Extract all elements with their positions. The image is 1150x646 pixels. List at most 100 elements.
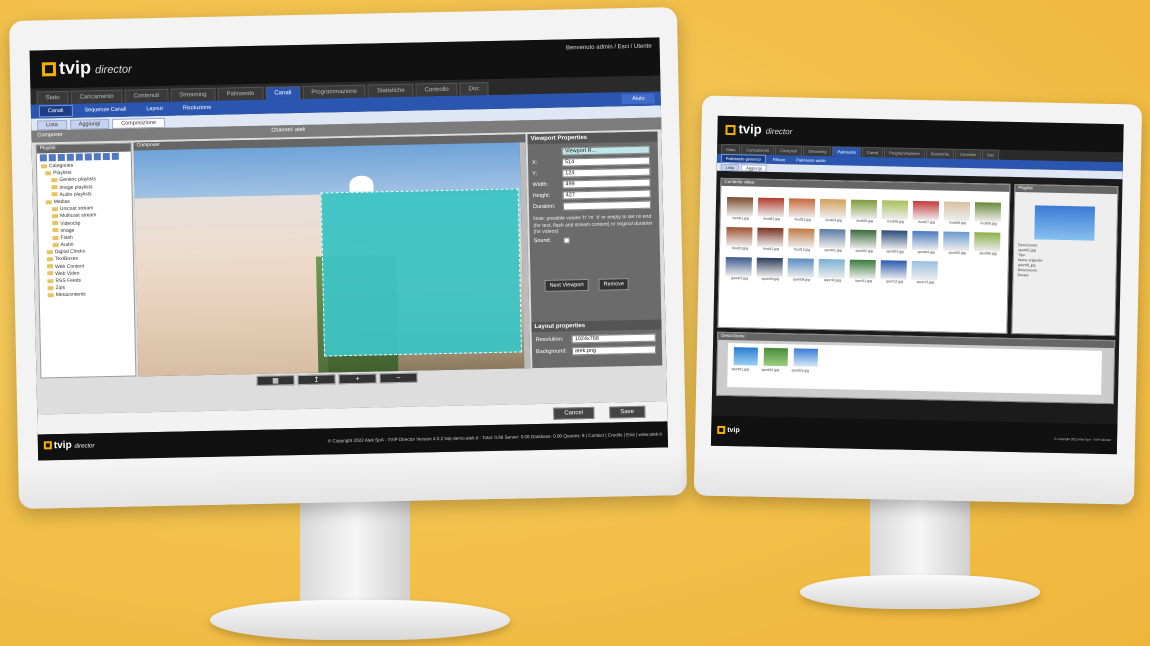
- y-field[interactable]: 124: [562, 167, 651, 178]
- thumbnail-image: [912, 230, 939, 251]
- thumbnail-image: [911, 260, 938, 281]
- content-thumbnail[interactable]: sport05.jpg: [943, 231, 972, 260]
- subtab-filtrare[interactable]: Filtrare: [769, 156, 790, 163]
- ds-thumb[interactable]: [763, 347, 788, 367]
- height-field[interactable]: 427: [562, 189, 651, 200]
- tab-doc[interactable]: Doc: [982, 149, 1000, 160]
- content-thumbnail[interactable]: food03.jpg: [788, 198, 818, 226]
- monitor-stand-neck: [870, 495, 970, 585]
- tool-icon[interactable]: [102, 152, 110, 161]
- help-button[interactable]: Aiuto: [622, 93, 655, 105]
- content-thumbnail[interactable]: sport04.jpg: [912, 230, 941, 259]
- tab-palinsesto[interactable]: Palinsesto: [832, 146, 862, 157]
- tab-programmazione[interactable]: Programmazione: [884, 147, 925, 159]
- logo-square-icon: [41, 62, 57, 77]
- tree-item[interactable]: Metacontents: [44, 291, 134, 300]
- tool-icon[interactable]: [111, 152, 119, 160]
- content-thumbnail[interactable]: sport03.jpg: [881, 230, 910, 258]
- tab-stato[interactable]: Stato: [36, 90, 69, 105]
- thumbnail-image: [757, 197, 785, 218]
- content-thumbnail[interactable]: sport01.jpg: [819, 228, 848, 257]
- cancel-button[interactable]: Cancel: [553, 406, 595, 420]
- next-viewport-button[interactable]: Next Viewport: [544, 278, 589, 292]
- viewport-name-field[interactable]: Viewport R...: [561, 145, 650, 156]
- content-thumbnail[interactable]: sport09.jpg: [787, 258, 816, 286]
- ds-thumb[interactable]: [793, 348, 818, 367]
- subtab-risoluzione[interactable]: Risoluzione: [175, 103, 220, 114]
- grid-button[interactable]: ▦: [256, 375, 295, 386]
- tab-caricamento[interactable]: Caricamento: [741, 144, 775, 155]
- content-thumbnail[interactable]: sport08.jpg: [756, 257, 785, 286]
- tool-icon[interactable]: [66, 153, 74, 161]
- x-field[interactable]: 514: [561, 156, 651, 167]
- subtab-palinsesto-audio[interactable]: Palinsesto audio: [792, 156, 829, 164]
- zoom-in-button[interactable]: +: [338, 373, 377, 385]
- content-thumbnail[interactable]: sport12.jpg: [880, 260, 909, 288]
- thumbnail-caption: sport04.jpg: [917, 249, 935, 255]
- ds-thumb[interactable]: [733, 347, 758, 366]
- tab-statistiche[interactable]: Statistiche: [367, 83, 414, 98]
- subsubtab-lista[interactable]: Lista: [720, 163, 740, 172]
- tab-stato[interactable]: Stato: [721, 143, 741, 155]
- tab-controllo[interactable]: Controllo: [415, 82, 458, 97]
- remove-button[interactable]: Remove: [598, 278, 630, 291]
- content-thumbnail[interactable]: food08.jpg: [943, 201, 973, 230]
- tab-canali[interactable]: Canali: [861, 146, 884, 158]
- resolution-select[interactable]: 1024x768: [571, 333, 656, 344]
- tool-icon[interactable]: [93, 153, 101, 161]
- content-thumbnail[interactable]: sport10.jpg: [818, 258, 847, 287]
- content-thumbnail[interactable]: sport13.jpg: [911, 260, 940, 289]
- thumbnail-image: [850, 229, 877, 250]
- tab-contenuti[interactable]: Contenuti: [124, 88, 169, 103]
- anchor-button[interactable]: ↥: [297, 374, 336, 386]
- subsubtab-aggiungi[interactable]: Aggiungi: [741, 164, 767, 172]
- tab-palinsesto[interactable]: Palinsesto: [217, 86, 264, 101]
- content-thumbnail[interactable]: food06.jpg: [881, 200, 911, 228]
- content-thumbnail[interactable]: sport11.jpg: [849, 259, 878, 288]
- subtab-layout[interactable]: Layout: [138, 104, 171, 115]
- content-thumbnail[interactable]: food12.jpg: [788, 228, 817, 256]
- y-label: Y:: [532, 171, 538, 178]
- background-select[interactable]: atek.png: [571, 345, 657, 356]
- zoom-out-button[interactable]: −: [379, 372, 418, 384]
- tab-caricamento[interactable]: Caricamento: [70, 89, 123, 104]
- app-screen-palinsesto: tvip director Stato Caricamento Contenuti…: [710, 115, 1124, 455]
- tab-contenuti[interactable]: Contenuti: [775, 144, 803, 156]
- subsubtab-lista[interactable]: Lista: [37, 119, 67, 131]
- tab-doc[interactable]: Doc: [459, 82, 489, 96]
- content-thumbnail[interactable]: food04.jpg: [819, 198, 849, 227]
- duration-field[interactable]: [562, 200, 652, 211]
- tab-controllo[interactable]: Controllo: [955, 148, 982, 160]
- content-thumbnail[interactable]: sport02.jpg: [850, 229, 879, 258]
- content-thumbnail[interactable]: sport06.jpg: [974, 232, 1003, 260]
- tool-icon[interactable]: [39, 154, 47, 162]
- tvip-logo[interactable]: tvip director: [725, 121, 792, 137]
- tool-icon[interactable]: [48, 154, 56, 162]
- tool-icon[interactable]: [75, 153, 83, 161]
- tab-statistiche[interactable]: Statistiche: [925, 148, 955, 159]
- content-thumbnail[interactable]: sport07.jpg: [725, 256, 754, 285]
- tool-icon[interactable]: [57, 153, 65, 162]
- tab-streaming[interactable]: Streaming: [803, 145, 832, 157]
- tab-canali[interactable]: Canali: [265, 85, 301, 100]
- welcome-text[interactable]: Benvenuto admin / Esci / Utente: [566, 44, 652, 52]
- subtab-palinsesto-generico[interactable]: Palinsesto generico: [720, 153, 766, 164]
- subtab-canali[interactable]: Canali: [38, 104, 73, 118]
- tab-streaming[interactable]: Streaming: [170, 87, 216, 102]
- tool-icon[interactable]: [84, 153, 92, 161]
- content-thumbnail[interactable]: food02.jpg: [757, 197, 787, 226]
- content-thumbnail[interactable]: food07.jpg: [912, 200, 942, 229]
- content-thumbnail[interactable]: food11.jpg: [757, 227, 786, 256]
- sound-checkbox[interactable]: [563, 237, 570, 244]
- content-thumbnail[interactable]: food10.jpg: [726, 226, 755, 255]
- viewport-region[interactable]: [320, 188, 523, 357]
- tvip-logo[interactable]: tvip director: [41, 56, 132, 79]
- folder-icon: [40, 163, 48, 169]
- descriptors-panel: Descrizione sport01.jpg sport02.jpg spor…: [715, 331, 1116, 405]
- width-field[interactable]: 499: [562, 178, 651, 189]
- content-thumbnail[interactable]: food09.jpg: [974, 202, 1003, 230]
- content-thumbnail[interactable]: food05.jpg: [850, 199, 880, 228]
- subtab-sequenze-canali[interactable]: Sequenze Canali: [76, 104, 134, 115]
- content-thumbnail[interactable]: food01.jpg: [726, 196, 756, 225]
- save-button[interactable]: Save: [609, 405, 646, 419]
